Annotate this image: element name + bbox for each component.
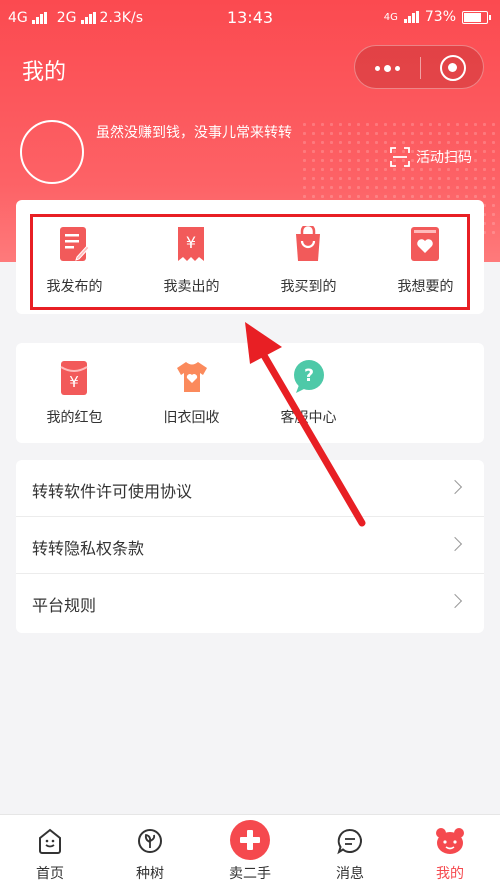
list-item-license-agreement[interactable]: 转转软件许可使用协议 bbox=[16, 460, 484, 517]
svg-text:?: ? bbox=[304, 366, 314, 386]
tab-profile-label: 我的 bbox=[436, 866, 464, 882]
tab-home-label: 首页 bbox=[36, 866, 64, 882]
mini-program-capsule bbox=[354, 45, 484, 89]
tab-tree[interactable]: 种树 bbox=[100, 815, 200, 889]
avatar[interactable] bbox=[20, 120, 84, 184]
service-clothes-recycle-label: 旧衣回收 bbox=[163, 410, 220, 426]
home-icon bbox=[39, 828, 61, 854]
tab-messages[interactable]: 消息 bbox=[300, 815, 400, 889]
plus-icon bbox=[230, 820, 270, 860]
license-agreement-label: 转转软件许可使用协议 bbox=[32, 482, 193, 501]
bottom-tab-bar: 首页 种树 卖二手 消息 我的 bbox=[0, 814, 500, 889]
tab-tree-label: 种树 bbox=[136, 866, 164, 882]
tab-messages-label: 消息 bbox=[336, 866, 364, 882]
more-options-button[interactable] bbox=[355, 46, 419, 90]
clothes-recycle-icon bbox=[177, 362, 207, 392]
network-label-3: 4G bbox=[383, 11, 398, 23]
close-target-icon[interactable] bbox=[440, 55, 466, 81]
service-red-envelope[interactable]: ¥ 我的红包 bbox=[16, 343, 133, 443]
red-envelope-icon: ¥ bbox=[60, 361, 88, 395]
signal-icon-3 bbox=[403, 11, 419, 23]
status-bar: 4G 2G 2.3K/s 13:43 4G 73% bbox=[0, 0, 500, 36]
chevron-right-icon bbox=[447, 536, 463, 552]
battery-icon bbox=[462, 10, 491, 24]
tab-sell-label: 卖二手 bbox=[229, 866, 271, 882]
user-slogan: 虽然没赚到钱，没事儿常来转转 bbox=[96, 125, 292, 141]
list-item-platform-rules[interactable]: 平台规则 bbox=[16, 574, 484, 631]
tab-home[interactable]: 首页 bbox=[0, 815, 100, 889]
service-customer-center[interactable]: ? 客服中心 bbox=[250, 343, 367, 443]
service-red-envelope-label: 我的红包 bbox=[46, 410, 103, 426]
customer-service-icon: ? bbox=[294, 360, 324, 393]
service-clothes-recycle[interactable]: 旧衣回收 bbox=[133, 343, 250, 443]
chevron-right-icon bbox=[447, 479, 463, 495]
tree-icon bbox=[138, 829, 162, 853]
chevron-right-icon bbox=[447, 593, 463, 609]
list-item-privacy-policy[interactable]: 转转隐私权条款 bbox=[16, 517, 484, 574]
capsule-divider bbox=[420, 57, 421, 79]
scan-icon bbox=[390, 147, 410, 167]
privacy-policy-label: 转转隐私权条款 bbox=[32, 539, 145, 558]
scan-label: 活动扫码 bbox=[416, 150, 472, 166]
message-icon bbox=[337, 828, 362, 855]
highlight-annotation-box bbox=[30, 214, 470, 310]
page-title: 我的 bbox=[22, 60, 67, 85]
links-card: 转转软件许可使用协议 转转隐私权条款 平台规则 bbox=[16, 460, 484, 633]
battery-percent: 73% bbox=[424, 9, 456, 25]
activity-scan-button[interactable]: 活动扫码 bbox=[390, 147, 472, 167]
profile-icon bbox=[436, 828, 464, 854]
services-card: ¥ 我的红包 旧衣回收 ? 客服中心 bbox=[16, 343, 484, 443]
tab-profile[interactable]: 我的 bbox=[400, 815, 500, 889]
service-customer-center-label: 客服中心 bbox=[280, 410, 337, 426]
tab-sell[interactable]: 卖二手 bbox=[200, 815, 300, 889]
platform-rules-label: 平台规则 bbox=[32, 596, 97, 615]
svg-text:¥: ¥ bbox=[69, 373, 79, 391]
